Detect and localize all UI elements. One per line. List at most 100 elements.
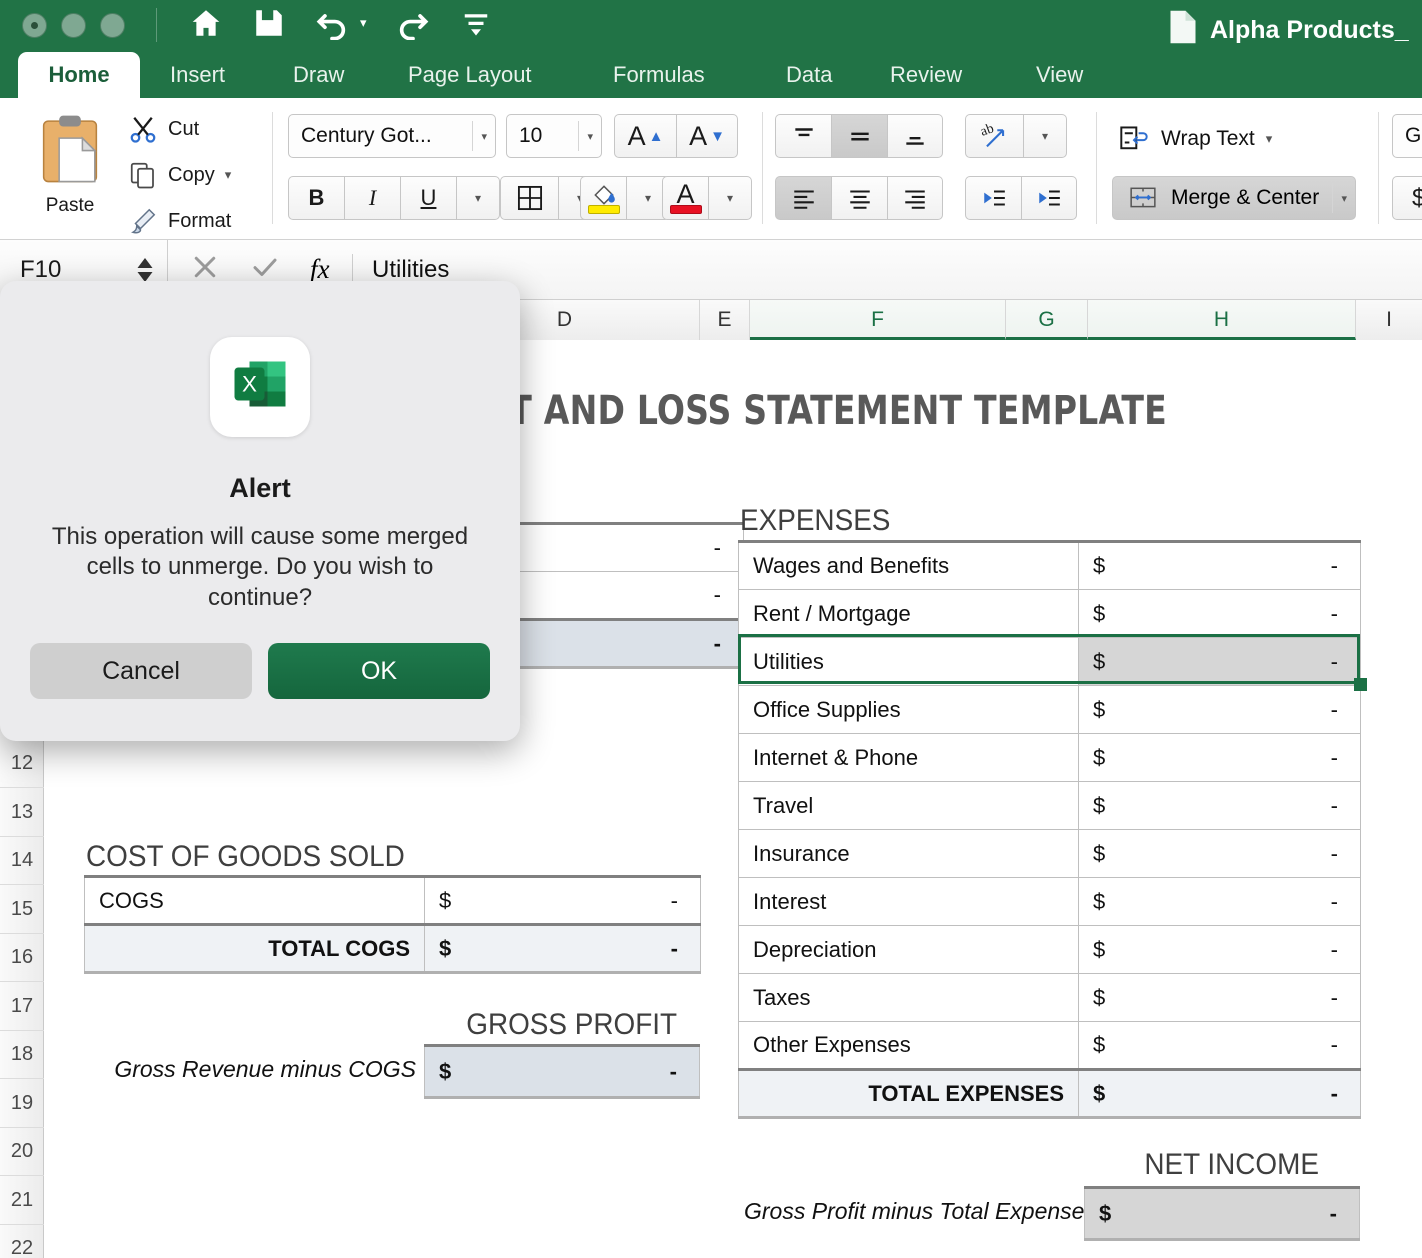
font-color-dropdown-icon[interactable]: ▾ <box>708 176 752 220</box>
expense-amount-utilities[interactable]: $- <box>1079 638 1361 686</box>
table-row[interactable]: Taxes $- <box>739 974 1361 1022</box>
expense-amount-depreciation[interactable]: $- <box>1079 926 1361 974</box>
font-color-button[interactable]: A <box>662 176 708 220</box>
expenses-total-label[interactable]: TOTAL EXPENSES <box>739 1070 1079 1118</box>
number-format-combo[interactable]: Ge <box>1392 114 1422 158</box>
expense-label-travel[interactable]: Travel <box>739 782 1079 830</box>
expense-amount-taxes[interactable]: $- <box>1079 974 1361 1022</box>
row-header-20[interactable]: 20 <box>0 1128 44 1176</box>
cut-button[interactable]: Cut <box>128 114 199 144</box>
redo-icon[interactable] <box>393 6 433 40</box>
copy-dropdown-icon[interactable]: ▾ <box>225 167 232 183</box>
fill-color-button[interactable] <box>580 176 626 220</box>
expense-amount-insurance[interactable]: $- <box>1079 830 1361 878</box>
table-row[interactable]: Utilities $- <box>739 638 1361 686</box>
row-header-17[interactable]: 17 <box>0 982 44 1031</box>
close-button[interactable] <box>22 13 47 38</box>
expense-label-insurance[interactable]: Insurance <box>739 830 1079 878</box>
tab-page-layout[interactable]: Page Layout <box>390 52 550 98</box>
cogs-row-label[interactable]: COGS <box>85 877 425 925</box>
cogs-total-label[interactable]: TOTAL COGS <box>85 925 425 973</box>
expenses-total-amount[interactable]: $- <box>1079 1070 1361 1118</box>
tab-view[interactable]: View <box>1018 52 1101 98</box>
table-row[interactable]: Travel $- <box>739 782 1361 830</box>
cancel-button[interactable]: Cancel <box>30 643 252 699</box>
column-header-I[interactable]: I <box>1356 300 1422 340</box>
table-row[interactable]: $ - <box>425 1046 700 1098</box>
align-bottom-icon[interactable] <box>887 114 943 158</box>
wrap-text-button[interactable]: Wrap Text ▾ <box>1118 124 1272 154</box>
expense-label-interest[interactable]: Interest <box>739 878 1079 926</box>
align-right-icon[interactable] <box>887 176 943 220</box>
undo-icon[interactable] <box>312 6 352 40</box>
column-header-F[interactable]: F <box>750 300 1006 340</box>
tab-insert[interactable]: Insert <box>152 52 243 98</box>
row-header-14[interactable]: 14 <box>0 837 44 885</box>
text-orientation-icon[interactable]: ab <box>965 114 1023 158</box>
table-row[interactable]: COGS $ - <box>85 877 701 925</box>
expense-amount-travel[interactable]: $- <box>1079 782 1361 830</box>
table-row[interactable]: Depreciation $- <box>739 926 1361 974</box>
row-header-21[interactable]: 21 <box>0 1176 44 1225</box>
tab-review[interactable]: Review <box>872 52 980 98</box>
maximize-button[interactable] <box>100 13 125 38</box>
underline-button[interactable]: U <box>400 176 456 220</box>
table-row[interactable]: Other Expenses $- <box>739 1022 1361 1070</box>
ok-button[interactable]: OK <box>268 643 490 699</box>
column-header-G[interactable]: G <box>1006 300 1088 340</box>
expense-amount-interest[interactable]: $- <box>1079 878 1361 926</box>
currency-format-button[interactable]: $ <box>1392 176 1422 220</box>
tab-formulas[interactable]: Formulas <box>595 52 723 98</box>
net-income-amount[interactable]: $ - <box>1085 1188 1360 1240</box>
row-header-15[interactable]: 15 <box>0 885 44 934</box>
increase-indent-icon[interactable] <box>1021 176 1077 220</box>
row-header-13[interactable]: 13 <box>0 788 44 837</box>
table-row[interactable]: Wages and Benefits $- <box>739 542 1361 590</box>
paste-button[interactable]: Paste <box>22 112 118 217</box>
merge-center-button[interactable]: Merge & Center ▾ <box>1112 176 1356 220</box>
save-icon[interactable] <box>252 6 286 40</box>
font-family-combo[interactable]: Century Got... ▾ <box>288 114 496 158</box>
tab-draw[interactable]: Draw <box>275 52 362 98</box>
borders-icon[interactable] <box>500 176 558 220</box>
decrease-font-size-button[interactable]: A▼ <box>676 114 738 158</box>
expense-label-other-expenses[interactable]: Other Expenses <box>739 1022 1079 1070</box>
expense-label-utilities[interactable]: Utilities <box>739 638 1079 686</box>
row-header-18[interactable]: 18 <box>0 1031 44 1079</box>
table-row[interactable]: Internet & Phone $- <box>739 734 1361 782</box>
table-row[interactable]: $ - <box>1085 1188 1360 1240</box>
expense-amount-wages-and-benefits[interactable]: $- <box>1079 542 1361 590</box>
cogs-total-amount[interactable]: $ - <box>425 925 701 973</box>
expense-label-depreciation[interactable]: Depreciation <box>739 926 1079 974</box>
home-icon[interactable] <box>186 6 226 40</box>
minimize-button[interactable] <box>61 13 86 38</box>
table-row[interactable]: TOTAL EXPENSES $- <box>739 1070 1361 1118</box>
cogs-row-amount[interactable]: $ - <box>425 877 701 925</box>
expense-amount-other-expenses[interactable]: $- <box>1079 1022 1361 1070</box>
table-row[interactable]: TOTAL COGS $ - <box>85 925 701 973</box>
expense-amount-rent-mortgage[interactable]: $- <box>1079 590 1361 638</box>
expense-amount-internet-phone[interactable]: $- <box>1079 734 1361 782</box>
table-row[interactable]: Insurance $- <box>739 830 1361 878</box>
align-middle-icon[interactable] <box>831 114 887 158</box>
expense-amount-office-supplies[interactable]: $- <box>1079 686 1361 734</box>
decrease-indent-icon[interactable] <box>965 176 1021 220</box>
table-row[interactable]: Interest $- <box>739 878 1361 926</box>
gross-profit-amount[interactable]: $ - <box>425 1046 700 1098</box>
name-box-spinner[interactable] <box>137 258 167 282</box>
row-header-12[interactable]: 12 <box>0 740 44 788</box>
wrap-text-dropdown-icon[interactable]: ▾ <box>1266 131 1273 147</box>
format-painter-button[interactable]: Format <box>128 206 231 236</box>
tab-data[interactable]: Data <box>768 52 850 98</box>
font-size-combo[interactable]: 10 ▾ <box>506 114 602 158</box>
merge-center-dropdown-icon[interactable]: ▾ <box>1333 192 1355 205</box>
increase-font-size-button[interactable]: A▲ <box>614 114 676 158</box>
bold-button[interactable]: B <box>288 176 344 220</box>
row-header-19[interactable]: 19 <box>0 1079 44 1128</box>
font-family-dropdown-icon[interactable]: ▾ <box>473 130 495 143</box>
column-header-H[interactable]: H <box>1088 300 1356 340</box>
expense-label-office-supplies[interactable]: Office Supplies <box>739 686 1079 734</box>
font-size-dropdown-icon[interactable]: ▾ <box>579 130 601 143</box>
row-header-16[interactable]: 16 <box>0 934 44 982</box>
orientation-dropdown-icon[interactable]: ▾ <box>1023 114 1067 158</box>
